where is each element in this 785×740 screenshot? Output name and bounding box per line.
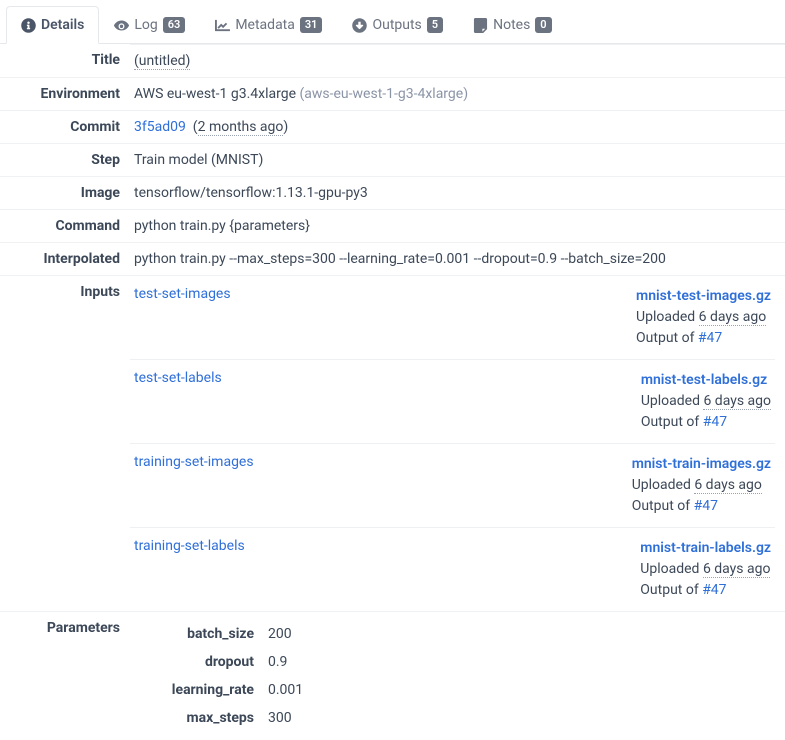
tab-outputs[interactable]: Outputs 5 xyxy=(337,6,458,44)
input-row: test-set-labels mnist-test-labels.gz Uploa… xyxy=(130,360,775,444)
tab-label: Notes xyxy=(493,17,530,33)
output-ref-link[interactable]: #47 xyxy=(694,498,718,514)
input-name-link[interactable]: test-set-images xyxy=(134,286,231,302)
output-prefix: Output of xyxy=(641,414,703,430)
row-label-environment: Environment xyxy=(0,77,130,110)
row-value-image: tensorflow/tensorflow:1.13.1-gpu-py3 xyxy=(130,176,785,209)
output-ref-link[interactable]: #47 xyxy=(698,330,722,346)
tab-label: Outputs xyxy=(372,17,421,33)
tab-details[interactable]: Details xyxy=(6,6,99,44)
tabs-bar: Details Log 63 Metadata 31 Outputs 5 Not… xyxy=(0,0,785,44)
commit-age: 2 months ago xyxy=(198,119,284,136)
param-key: dropout xyxy=(134,648,264,676)
uploaded-age: 6 days ago xyxy=(703,393,771,410)
param-value: 300 xyxy=(264,704,775,732)
row-value-step: Train model (MNIST) xyxy=(130,143,785,176)
details-list: Title (untitled) Environment AWS eu-west… xyxy=(0,44,785,740)
output-prefix: Output of xyxy=(640,582,702,598)
param-key: max_steps xyxy=(134,704,264,732)
note-icon xyxy=(473,18,488,33)
input-name-link[interactable]: training-set-images xyxy=(134,454,254,470)
row-value-environment: AWS eu-west-1 g3.4xlarge (aws-eu-west-1-… xyxy=(130,77,785,110)
input-file-link[interactable]: mnist-test-images.gz xyxy=(636,288,771,304)
row-value-inputs: test-set-images mnist-test-images.gz Uploa… xyxy=(130,275,785,611)
input-name-link[interactable]: test-set-labels xyxy=(134,370,222,386)
row-value-title: (untitled) xyxy=(130,44,785,77)
tab-badge: 31 xyxy=(300,17,323,33)
uploaded-age: 6 days ago xyxy=(694,477,762,494)
uploaded-prefix: Uploaded xyxy=(632,477,695,493)
input-row: test-set-images mnist-test-images.gz Uploa… xyxy=(130,276,775,360)
row-value-interpolated: python train.py --max_steps=300 --learni… xyxy=(130,242,785,275)
tab-notes[interactable]: Notes 0 xyxy=(458,6,567,44)
tab-log[interactable]: Log 63 xyxy=(99,6,200,44)
tab-label: Metadata xyxy=(235,17,295,33)
uploaded-age: 6 days ago xyxy=(699,309,767,326)
param-value: 0.9 xyxy=(264,648,775,676)
env-name: AWS eu-west-1 g3.4xlarge xyxy=(134,86,296,102)
uploaded-prefix: Uploaded xyxy=(636,309,699,325)
commit-hash-link[interactable]: 3f5ad09 xyxy=(134,119,186,135)
tab-badge: 5 xyxy=(427,17,443,33)
uploaded-prefix: Uploaded xyxy=(641,393,704,409)
info-icon xyxy=(21,18,36,33)
tab-label: Log xyxy=(134,17,157,33)
uploaded-prefix: Uploaded xyxy=(640,561,703,577)
row-label-title: Title xyxy=(0,44,130,77)
row-value-command: python train.py {parameters} xyxy=(130,209,785,242)
tab-badge: 0 xyxy=(535,17,551,33)
output-prefix: Output of xyxy=(636,330,698,346)
input-file-link[interactable]: mnist-train-labels.gz xyxy=(640,540,771,556)
row-label-step: Step xyxy=(0,143,130,176)
input-file-link[interactable]: mnist-test-labels.gz xyxy=(641,372,767,388)
tab-label: Details xyxy=(41,17,84,33)
input-row: training-set-images mnist-train-images.gz… xyxy=(130,444,775,528)
row-value-commit: 3f5ad09 (2 months ago) xyxy=(130,110,785,143)
row-label-interpolated: Interpolated xyxy=(0,242,130,275)
row-label-image: Image xyxy=(0,176,130,209)
input-file-link[interactable]: mnist-train-images.gz xyxy=(632,456,771,472)
input-name-link[interactable]: training-set-labels xyxy=(134,538,245,554)
row-label-command: Command xyxy=(0,209,130,242)
tab-metadata[interactable]: Metadata 31 xyxy=(200,6,337,44)
env-slug: (aws-eu-west-1-g3-4xlarge) xyxy=(299,86,468,102)
input-row: training-set-labels mnist-train-labels.gz… xyxy=(130,528,775,611)
output-ref-link[interactable]: #47 xyxy=(703,414,727,430)
title-text[interactable]: (untitled) xyxy=(134,53,190,70)
chart-icon xyxy=(215,18,230,33)
row-label-commit: Commit xyxy=(0,110,130,143)
row-label-inputs: Inputs xyxy=(0,275,130,611)
output-ref-link[interactable]: #47 xyxy=(702,582,726,598)
param-key: batch_size xyxy=(134,620,264,648)
output-prefix: Output of xyxy=(632,498,694,514)
param-value: 0.001 xyxy=(264,676,775,704)
row-value-parameters: batch_size200dropout0.9learning_rate0.00… xyxy=(130,611,785,740)
tab-badge: 63 xyxy=(163,17,186,33)
eye-icon xyxy=(114,18,129,33)
uploaded-age: 6 days ago xyxy=(703,561,771,578)
download-icon xyxy=(352,18,367,33)
row-label-parameters: Parameters xyxy=(0,611,130,740)
param-key: learning_rate xyxy=(134,676,264,704)
param-value: 200 xyxy=(264,620,775,648)
